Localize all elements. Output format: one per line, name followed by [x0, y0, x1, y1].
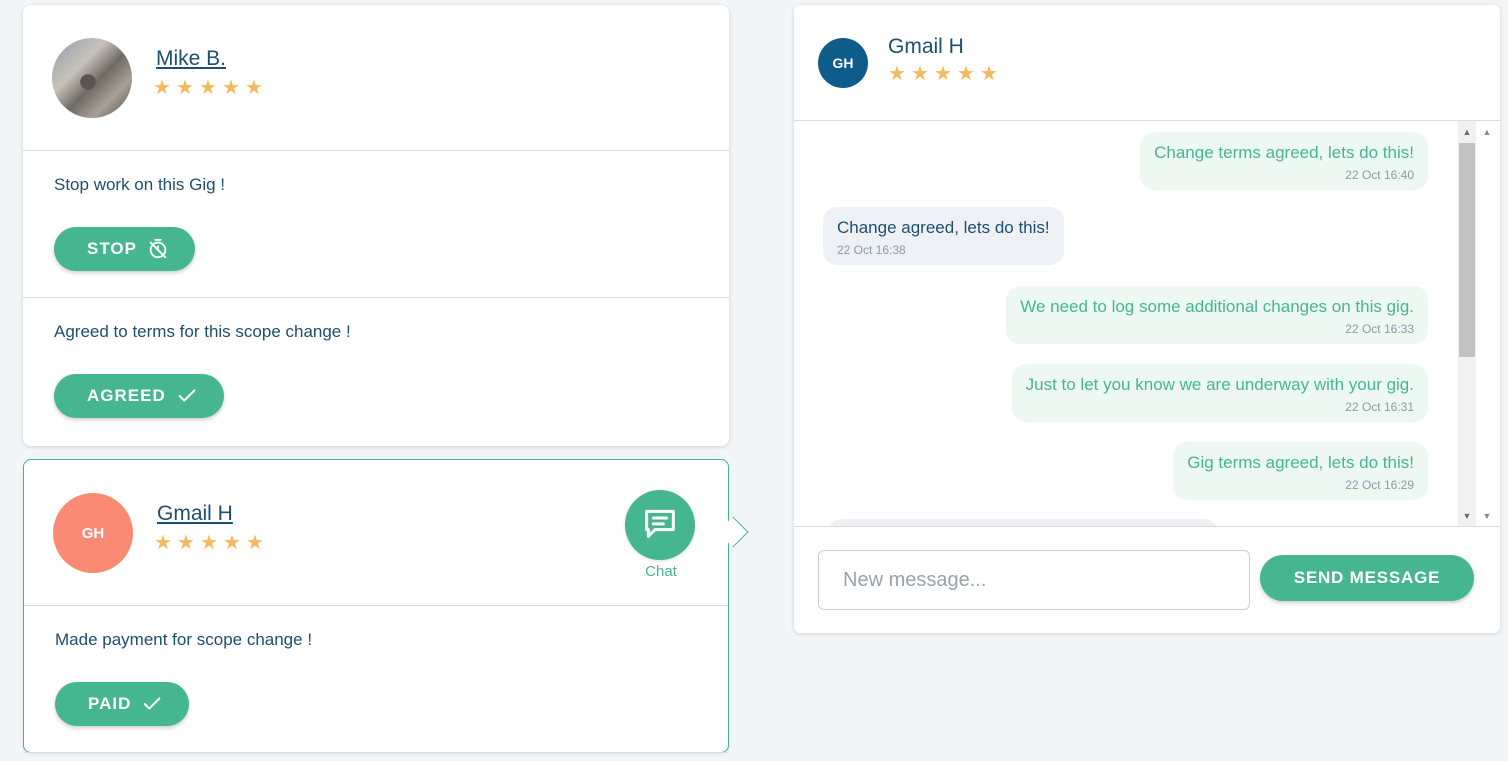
message-outgoing: Gig terms agreed, lets do this! 22 Oct 1… — [1173, 442, 1428, 500]
chat-header: GH Gmail H ★ ★ ★ ★ ★ — [794, 5, 1500, 121]
star-icon: ★ — [245, 77, 263, 99]
section-text: Agreed to terms for this scope change ! — [54, 322, 351, 341]
star-icon: ★ — [153, 77, 171, 99]
message-time: 22 Oct 16:40 — [1345, 168, 1414, 182]
star-icon: ★ — [911, 63, 929, 85]
message-text: Change terms agreed, lets do this! — [1154, 143, 1414, 162]
star-icon: ★ — [223, 532, 241, 554]
avatar: GH — [818, 38, 868, 88]
star-icon: ★ — [957, 63, 975, 85]
star-icon: ★ — [934, 63, 952, 85]
user-name-link[interactable]: Gmail H — [157, 502, 233, 526]
rating-stars: ★ ★ ★ ★ ★ — [888, 64, 1000, 84]
message-text: We need to log some additional changes o… — [1020, 297, 1414, 316]
message-scrollbar[interactable]: ▲ ▼ — [1458, 121, 1476, 526]
message-text: Change agreed, lets do this! — [837, 218, 1050, 237]
agreed-button[interactable]: AGREED — [54, 374, 224, 418]
card-header: Mike B. ★ ★ ★ ★ ★ — [23, 5, 729, 151]
paid-section: Made payment for scope change ! PAID — [24, 606, 728, 753]
message-incoming-partial — [828, 519, 1218, 526]
scroll-thumb[interactable] — [1459, 143, 1475, 357]
gig-card-gmail[interactable]: GH Gmail H ★ ★ ★ ★ ★ Chat Made payment f… — [23, 459, 749, 753]
stop-section: Stop work on this Gig ! STOP — [23, 151, 729, 298]
scroll-down-arrow-icon[interactable]: ▼ — [1458, 509, 1476, 523]
check-icon — [141, 693, 163, 715]
star-icon: ★ — [176, 77, 194, 99]
chat-contact-name: Gmail H — [888, 35, 964, 58]
check-icon — [176, 385, 198, 407]
chat-panel: GH Gmail H ★ ★ ★ ★ ★ Change terms agreed… — [794, 5, 1500, 633]
chat-icon — [640, 503, 680, 548]
new-message-input[interactable] — [818, 550, 1250, 610]
stop-button[interactable]: STOP — [54, 227, 195, 271]
stop-button-label: STOP — [87, 239, 137, 258]
message-outgoing: Change terms agreed, lets do this! 22 Oc… — [1140, 132, 1428, 190]
timer-off-icon — [147, 238, 169, 260]
message-text: Just to let you know we are underway wit… — [1025, 375, 1414, 394]
message-time: 22 Oct 16:33 — [1345, 322, 1414, 336]
paid-button-label: PAID — [88, 694, 132, 713]
rating-stars: ★ ★ ★ ★ ★ — [154, 533, 266, 553]
message-list[interactable]: Change terms agreed, lets do this! 22 Oc… — [794, 121, 1500, 527]
star-icon: ★ — [888, 63, 906, 85]
chat-button[interactable] — [625, 490, 695, 560]
agreed-button-label: AGREED — [87, 386, 166, 405]
star-icon: ★ — [980, 63, 998, 85]
scroll-down-arrow-icon[interactable]: ▼ — [1480, 509, 1494, 523]
message-time: 22 Oct 16:29 — [1345, 478, 1414, 492]
scroll-up-arrow-icon[interactable]: ▲ — [1480, 125, 1494, 139]
star-icon: ★ — [246, 532, 264, 554]
avatar: GH — [53, 493, 133, 573]
chat-label: Chat — [645, 563, 677, 580]
card-header: GH Gmail H ★ ★ ★ ★ ★ Chat — [24, 460, 728, 606]
user-name-link[interactable]: Mike B. — [156, 47, 226, 71]
star-icon: ★ — [199, 77, 217, 99]
gig-card-mike: Mike B. ★ ★ ★ ★ ★ Stop work on this Gig … — [23, 5, 729, 446]
star-icon: ★ — [154, 532, 172, 554]
avatar — [52, 38, 132, 118]
section-text: Stop work on this Gig ! — [54, 175, 226, 194]
message-time: 22 Oct 16:31 — [1345, 400, 1414, 414]
star-icon: ★ — [177, 532, 195, 554]
message-time: 22 Oct 16:38 — [837, 243, 906, 257]
scroll-up-arrow-icon[interactable]: ▲ — [1458, 125, 1476, 139]
message-incoming: Change agreed, lets do this! 22 Oct 16:3… — [823, 207, 1064, 265]
star-icon: ★ — [222, 77, 240, 99]
paid-button[interactable]: PAID — [55, 682, 190, 726]
message-outgoing: We need to log some additional changes o… — [1006, 286, 1428, 344]
agreed-section: Agreed to terms for this scope change ! … — [23, 298, 729, 445]
send-message-button[interactable]: SEND MESSAGE — [1260, 555, 1474, 601]
rating-stars: ★ ★ ★ ★ ★ — [153, 78, 265, 98]
message-outgoing: Just to let you know we are underway wit… — [1011, 364, 1428, 422]
star-icon: ★ — [200, 532, 218, 554]
section-text: Made payment for scope change ! — [55, 630, 313, 649]
message-text: Gig terms agreed, lets do this! — [1187, 453, 1414, 472]
